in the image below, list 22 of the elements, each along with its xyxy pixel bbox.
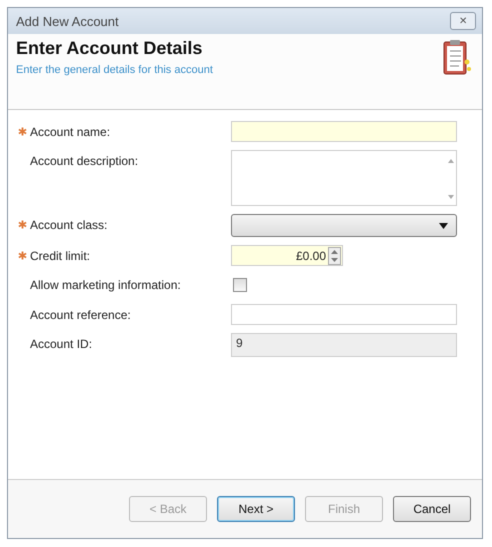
field-label: Account ID:	[30, 337, 92, 351]
wizard-button[interactable]: Next >	[217, 496, 295, 522]
caret-icon	[439, 222, 448, 228]
field-label: Allow marketing information:	[30, 278, 181, 292]
currency-field[interactable]: £0.00	[231, 245, 343, 266]
page-subtitle: Enter the general details for this account	[16, 64, 213, 76]
field-label: Credit limit:	[30, 249, 90, 263]
input-field[interactable]	[231, 121, 457, 142]
field-label: Account reference:	[30, 308, 131, 322]
textarea-field[interactable]	[231, 150, 457, 206]
field-label: Account class:	[30, 218, 108, 232]
spinner-icon[interactable]	[328, 246, 341, 264]
dropdown-field[interactable]	[231, 214, 457, 237]
checkbox[interactable]	[233, 278, 247, 292]
window-title: Add New Account	[16, 14, 119, 28]
wizard-button[interactable]: Cancel	[393, 496, 471, 522]
field-label: Account description:	[30, 154, 138, 168]
field-label: Account name:	[30, 125, 110, 139]
page-title: Enter Account Details	[16, 38, 204, 59]
readonly-field: 9	[231, 333, 457, 357]
input-field[interactable]	[231, 304, 457, 325]
close-button[interactable]: ✕	[450, 12, 476, 30]
